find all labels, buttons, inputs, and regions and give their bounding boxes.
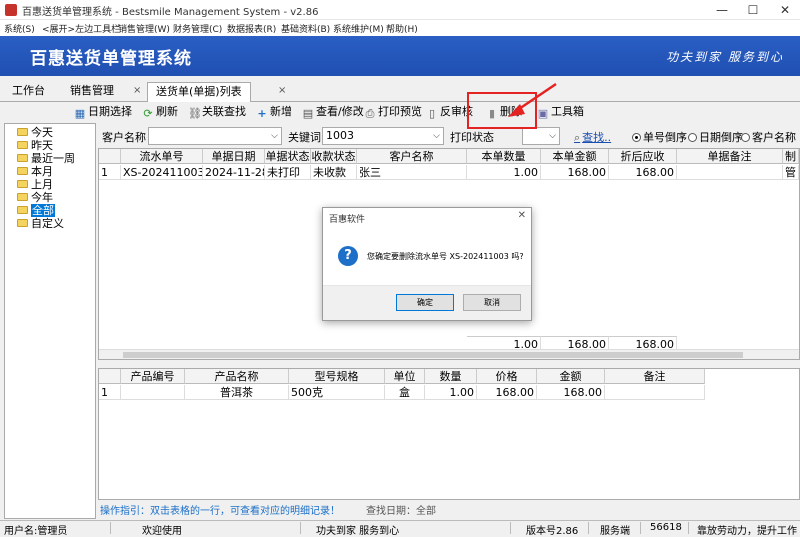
confirm-button[interactable]: 确定	[396, 294, 454, 311]
dialog-message: 您确定要删除流水单号 XS-202411003 吗?	[367, 252, 524, 261]
dialog-title: 百惠软件	[329, 215, 366, 225]
question-icon: ?	[338, 246, 358, 266]
cancel-button[interactable]: 取消	[463, 294, 521, 311]
dialog-footer: 确定 取消	[323, 285, 531, 320]
dialog-close-icon[interactable]: ✕	[518, 210, 526, 221]
confirm-delete-dialog: 百惠软件 ✕ ? 您确定要删除流水单号 XS-202411003 吗? 确定 取…	[322, 207, 532, 321]
